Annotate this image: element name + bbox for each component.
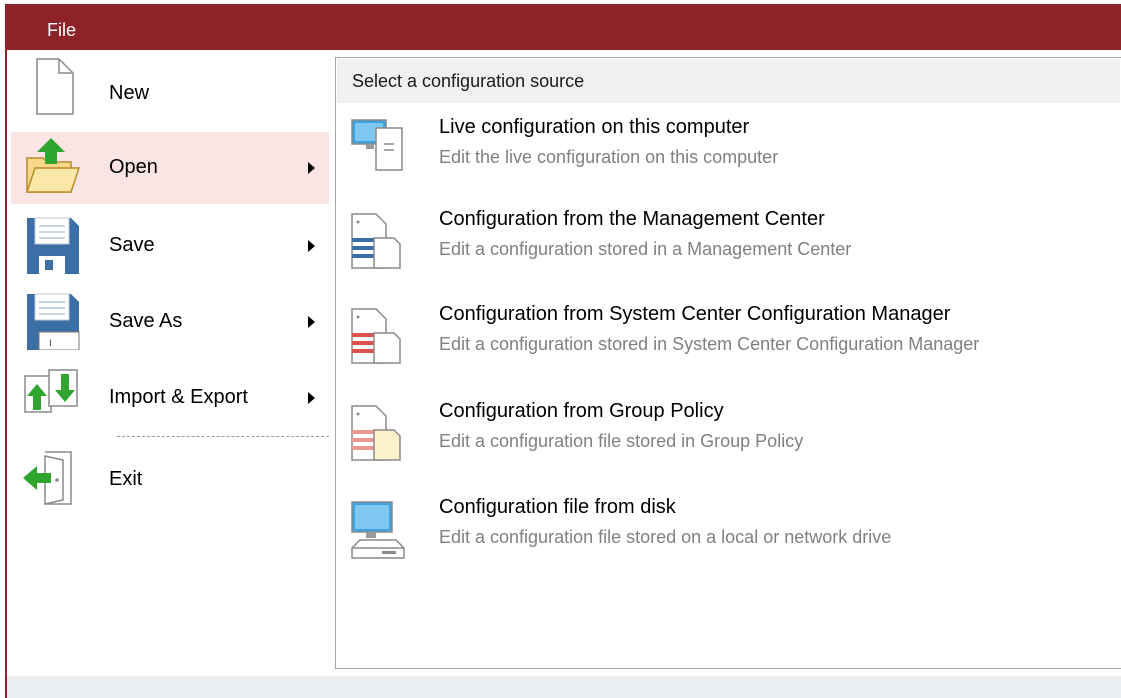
group-policy-icon (351, 405, 401, 461)
new-document-icon (36, 58, 74, 115)
source-title: Configuration from Group Policy (439, 400, 724, 422)
menu-item-save[interactable]: Save (11, 210, 329, 282)
source-description: Edit a configuration file stored in Grou… (439, 431, 804, 451)
source-group-policy[interactable]: Configuration from Group Policy Edit a c… (346, 400, 1086, 486)
save-as-icon: I (27, 293, 80, 350)
source-title: Live configuration on this computer (439, 116, 750, 138)
menu-label-import-export: Import & Export (109, 386, 248, 408)
disk-icon (351, 501, 405, 559)
computer-icon (351, 119, 403, 171)
source-title: Configuration file from disk (439, 496, 676, 518)
source-title: Configuration from the Management Center (439, 208, 825, 230)
import-export-icon (24, 369, 78, 413)
sccm-icon (351, 308, 401, 364)
panel-header-label: Select a configuration source (352, 71, 585, 91)
menu-item-open[interactable]: Open (11, 132, 329, 204)
status-bar (7, 676, 1121, 698)
exit-door-icon (23, 451, 72, 505)
menu-label-exit: Exit (109, 468, 143, 490)
menu-label-save: Save (109, 234, 155, 256)
svg-text:I: I (49, 339, 52, 349)
save-disk-icon (27, 217, 79, 274)
submenu-arrow-icon (308, 162, 315, 174)
menu-item-save-as[interactable]: I Save As (11, 286, 329, 358)
menu-label-new: New (109, 82, 150, 104)
source-disk-file[interactable]: Configuration file from disk Edit a conf… (346, 496, 1086, 582)
submenu-arrow-icon (308, 392, 315, 404)
file-tab[interactable]: File (47, 20, 76, 41)
menu-label-save-as: Save As (109, 310, 183, 332)
menu-item-new[interactable]: New (11, 54, 329, 126)
source-description: Edit a configuration stored in a Managem… (439, 239, 852, 259)
submenu-arrow-icon (308, 316, 315, 328)
menu-separator (117, 436, 329, 437)
menu-item-import-export[interactable]: Import & Export (11, 362, 329, 434)
panel-header: Select a configuration source (337, 59, 1120, 103)
titlebar (5, 4, 1121, 50)
source-description: Edit the live configuration on this comp… (439, 147, 779, 167)
source-management-center[interactable]: Configuration from the Management Center… (346, 208, 1086, 294)
source-live-configuration[interactable]: Live configuration on this computer Edit… (346, 116, 1086, 202)
submenu-arrow-icon (308, 240, 315, 252)
source-description: Edit a configuration stored in System Ce… (439, 334, 980, 354)
source-description: Edit a configuration file stored on a lo… (439, 527, 892, 547)
config-source-panel: Select a configuration source Live confi… (335, 57, 1121, 669)
management-center-icon (351, 213, 401, 269)
source-sccm[interactable]: Configuration from System Center Configu… (346, 303, 1086, 389)
open-folder-icon (25, 138, 81, 193)
menu-label-open: Open (109, 156, 158, 178)
menu-item-exit[interactable]: Exit (11, 446, 329, 518)
source-title: Configuration from System Center Configu… (439, 303, 951, 325)
file-menu: New Open Save I Save As Import & Export … (7, 50, 333, 676)
